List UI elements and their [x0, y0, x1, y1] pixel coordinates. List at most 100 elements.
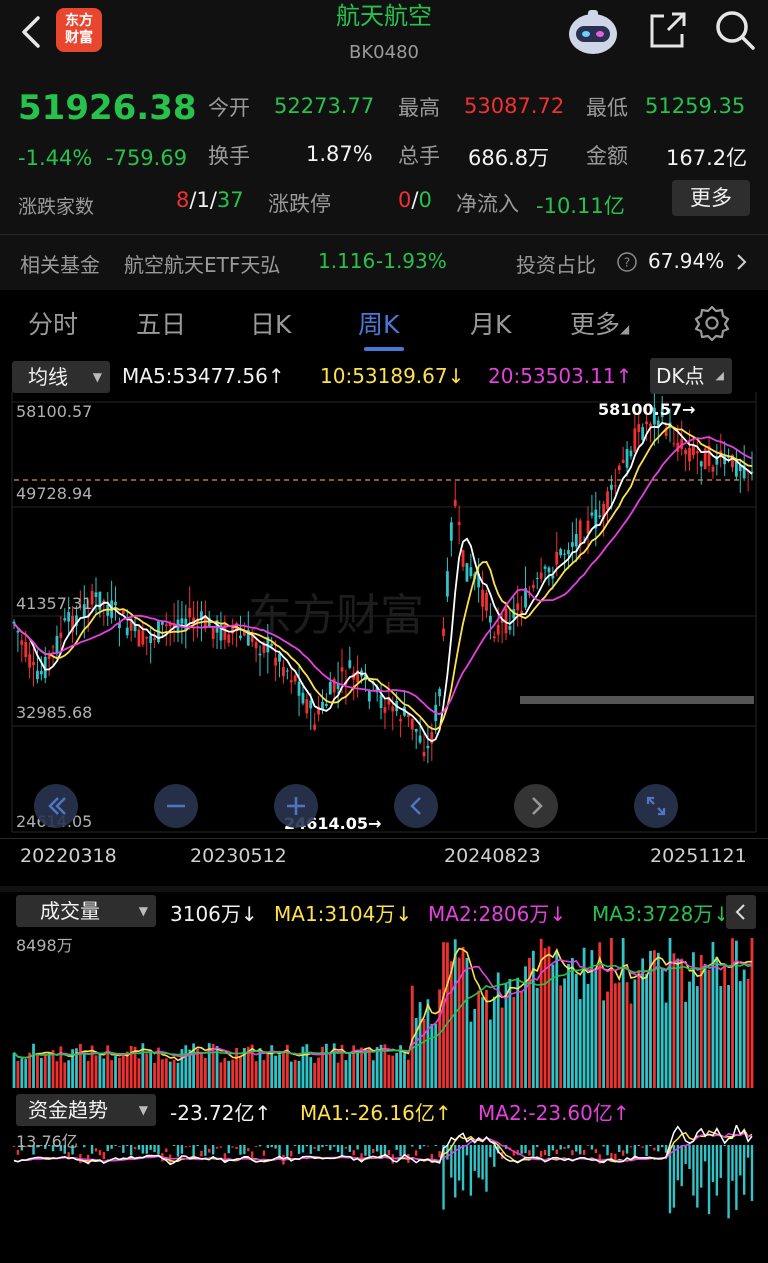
volume-bar: [449, 961, 453, 1088]
limit-counts: 0/0: [398, 188, 432, 212]
volume-bar: [707, 969, 711, 1088]
scroll-left-button[interactable]: [394, 784, 438, 828]
share-icon[interactable]: [648, 10, 688, 50]
volume-bar: [664, 1002, 668, 1088]
fund-bar: [742, 1145, 746, 1195]
candle-body: [324, 703, 328, 706]
indicator-selector[interactable]: 均线 ▼: [12, 361, 110, 393]
volume-max-label: 8498万: [16, 936, 73, 955]
tab-daily-k[interactable]: 日K: [250, 305, 291, 341]
volume-bar: [200, 1052, 203, 1088]
candle-body: [39, 670, 43, 675]
fund-trend-current-arrow: ↑: [254, 1101, 272, 1125]
date-label-3: 20240823: [444, 845, 541, 867]
fund-bar: [481, 1145, 484, 1180]
eastmoney-logo[interactable]: 东方 财富: [56, 8, 102, 52]
ma20-value: 20:53503.11↑: [488, 364, 632, 388]
fund-bar: [379, 1145, 383, 1155]
help-icon[interactable]: ?: [616, 251, 638, 273]
gear-icon[interactable]: [694, 305, 730, 341]
volume-bar: [282, 1051, 285, 1088]
volume-ma1: MA1:3104万↓: [274, 898, 412, 927]
candle-body: [637, 424, 641, 432]
tab-five-day[interactable]: 五日: [136, 305, 186, 341]
candle-body: [114, 601, 117, 606]
fund-bar: [110, 1145, 113, 1149]
candle-body: [570, 542, 574, 547]
ma5-line: [13, 421, 753, 743]
fund-bar: [321, 1145, 324, 1148]
fund-bar: [368, 1145, 371, 1157]
dk-points-button[interactable]: DK点 ◢: [650, 358, 732, 394]
volume-bar: [391, 1055, 395, 1088]
volume-bar: [137, 1058, 141, 1088]
tab-weekly-k[interactable]: 周K: [358, 305, 399, 341]
candle-body: [28, 654, 32, 668]
candle-body: [328, 681, 332, 695]
assistant-robot-icon[interactable]: [566, 8, 620, 58]
volume-bar: [317, 1057, 320, 1088]
candle-body: [449, 522, 453, 541]
back-arrow-icon[interactable]: [14, 12, 48, 52]
fullscreen-button[interactable]: [634, 784, 678, 828]
volume-bar: [324, 1043, 328, 1088]
volume-indicator-selector[interactable]: 成交量 ▼: [16, 895, 156, 927]
chevron-left-icon: [735, 904, 745, 920]
volume-bar: [360, 1047, 363, 1088]
candle-body: [149, 635, 153, 643]
candlesticks: [12, 393, 754, 764]
volume-bar: [446, 942, 449, 1088]
scroll-right-button[interactable]: [514, 784, 558, 828]
weekly-candlestick-chart[interactable]: 东方财富: [0, 392, 768, 840]
volume-bar: [28, 1052, 32, 1088]
fund-trend-chart[interactable]: [0, 1125, 768, 1263]
volume-bar: [656, 952, 660, 1088]
related-fund-name[interactable]: 航空航天ETF天弘: [124, 249, 280, 278]
volume-bar: [125, 1051, 129, 1088]
volume-bar: [336, 1062, 340, 1088]
chevron-right-icon[interactable]: [734, 251, 750, 273]
fund-bar: [438, 1151, 441, 1158]
fund-bar: [153, 1145, 156, 1153]
volume-bar: [676, 958, 680, 1088]
fund-bar: [684, 1145, 687, 1165]
fund-bar: [688, 1145, 691, 1170]
fund-bar: [235, 1147, 238, 1150]
candle-body: [531, 585, 535, 588]
volume-bar: [227, 1060, 231, 1088]
volume-bar: [289, 1061, 293, 1088]
tab-monthly-k[interactable]: 月K: [470, 305, 511, 341]
search-icon[interactable]: [713, 8, 757, 52]
fund-bar: [629, 1146, 633, 1148]
candle-body: [692, 445, 695, 456]
volume-bar: [516, 977, 520, 1088]
volume-chart[interactable]: [0, 928, 768, 1090]
tab-intraday[interactable]: 分时: [28, 305, 78, 341]
fund-bar: [313, 1146, 316, 1149]
volume-bar: [606, 991, 609, 1088]
fund-bar: [551, 1145, 555, 1151]
fund-bar: [723, 1145, 726, 1147]
candle-body: [695, 451, 699, 454]
volume-bars: [12, 938, 754, 1088]
fund-bar: [575, 1145, 578, 1152]
scroll-left-fast-button[interactable]: [34, 784, 78, 828]
volume-bar: [731, 938, 734, 1088]
tab-more[interactable]: 更多◢: [570, 305, 629, 341]
fund-trend-selector[interactable]: 资金趋势 ▼: [16, 1094, 156, 1126]
more-stats-button[interactable]: 更多: [672, 180, 750, 216]
legend-scroll-button[interactable]: [726, 895, 756, 929]
zoom-out-button[interactable]: [154, 784, 198, 828]
candle-body: [684, 449, 688, 455]
fund-trend-ma2-text: MA2:-23.60亿: [478, 1101, 613, 1125]
volume-bar: [695, 986, 699, 1088]
zoom-in-button[interactable]: [274, 784, 318, 828]
fund-bar: [176, 1145, 180, 1157]
breadth-separator-2: /: [209, 188, 217, 212]
double-chevron-left-icon: [48, 797, 66, 815]
candle-body: [125, 627, 129, 636]
limit-label: 涨跌停: [268, 192, 331, 216]
fund-bar: [102, 1152, 106, 1160]
fund-trend-selector-label: 资金趋势: [28, 1098, 108, 1122]
fund-bar: [98, 1150, 102, 1156]
